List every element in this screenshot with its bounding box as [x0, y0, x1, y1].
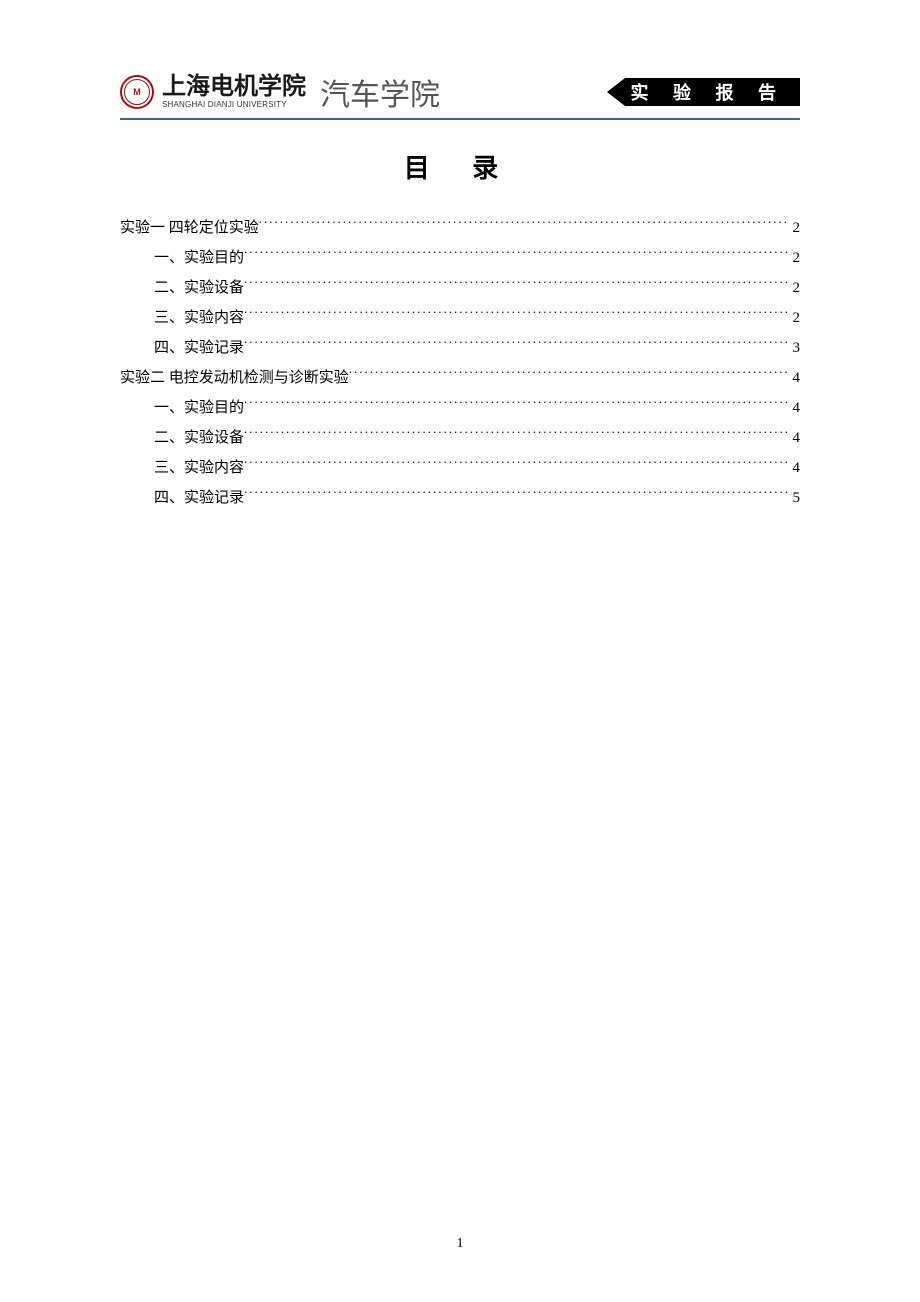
toc-title: 目 录: [120, 148, 800, 185]
college-name: 汽车学院: [320, 70, 440, 114]
badge-label: 实 验 报 告: [625, 78, 801, 106]
toc-entry-page: 4: [789, 453, 801, 483]
toc-entry: 二、实验设备 2: [120, 273, 800, 303]
toc-entry: 三、实验内容 4: [120, 453, 800, 483]
badge-triangle-icon: [607, 78, 625, 106]
header-left-block: M 上海电机学院 SHANGHAI DIANJI UNIVERSITY 汽车学院: [120, 70, 440, 114]
toc-leader-dots: [244, 277, 788, 292]
toc-entry: 三、实验内容 2: [120, 303, 800, 333]
toc-entry-label: 四、实验记录: [154, 483, 244, 513]
toc-entry: 实验二 电控发动机检测与诊断实验 4: [120, 363, 800, 393]
toc-leader-dots: [244, 307, 788, 322]
toc-entry-page: 4: [789, 393, 801, 423]
page-number: 1: [0, 1236, 920, 1252]
university-name-block: 上海电机学院 SHANGHAI DIANJI UNIVERSITY: [162, 75, 306, 109]
university-seal-icon: M: [120, 75, 154, 109]
toc-entry-label: 一、实验目的: [154, 393, 244, 423]
toc-leader-dots: [244, 337, 788, 352]
toc-entry: 二、实验设备 4: [120, 423, 800, 453]
page-header: M 上海电机学院 SHANGHAI DIANJI UNIVERSITY 汽车学院…: [120, 70, 800, 120]
toc-entry-label: 实验一 四轮定位实验: [120, 213, 259, 243]
toc-leader-dots: [349, 367, 789, 382]
toc-entry: 四、实验记录 5: [120, 483, 800, 513]
toc-leader-dots: [244, 427, 788, 442]
toc-entry-label: 实验二 电控发动机检测与诊断实验: [120, 363, 349, 393]
toc-entry-label: 二、实验设备: [154, 273, 244, 303]
toc-entry-page: 5: [789, 483, 801, 513]
report-badge: 实 验 报 告: [607, 78, 801, 106]
toc-entry: 四、实验记录 3: [120, 333, 800, 363]
university-name-cn: 上海电机学院: [162, 75, 306, 99]
toc-entry-page: 3: [789, 333, 801, 363]
toc-leader-dots: [244, 397, 788, 412]
toc-leader-dots: [244, 457, 788, 472]
toc-entry-page: 2: [789, 213, 801, 243]
toc-entry-label: 三、实验内容: [154, 453, 244, 483]
toc-entry-page: 2: [789, 243, 801, 273]
toc-leader-dots: [244, 247, 788, 262]
toc-entry: 实验一 四轮定位实验 2: [120, 213, 800, 243]
toc-entry-label: 一、实验目的: [154, 243, 244, 273]
toc-leader-dots: [259, 217, 789, 232]
toc-entry-page: 2: [789, 303, 801, 333]
toc-entry-label: 三、实验内容: [154, 303, 244, 333]
toc-entry-label: 四、实验记录: [154, 333, 244, 363]
toc-entry: 一、实验目的 2: [120, 243, 800, 273]
toc-leader-dots: [244, 487, 788, 502]
toc-entry-page: 4: [789, 423, 801, 453]
toc-entry: 一、实验目的 4: [120, 393, 800, 423]
toc-entry-label: 二、实验设备: [154, 423, 244, 453]
document-page: M 上海电机学院 SHANGHAI DIANJI UNIVERSITY 汽车学院…: [0, 0, 920, 1302]
toc-entry-page: 2: [789, 273, 801, 303]
toc-entry-page: 4: [789, 363, 801, 393]
table-of-contents: 实验一 四轮定位实验 2 一、实验目的 2 二、实验设备 2 三、实验内容 2 …: [120, 213, 800, 513]
seal-letter: M: [133, 87, 141, 97]
university-name-en: SHANGHAI DIANJI UNIVERSITY: [162, 101, 306, 109]
